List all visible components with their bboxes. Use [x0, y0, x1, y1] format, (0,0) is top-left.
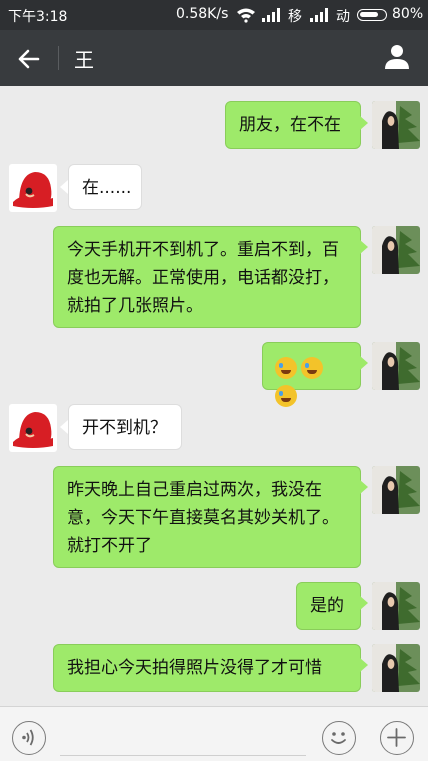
more-button[interactable] [380, 721, 414, 755]
chat-title: 王 [74, 48, 94, 72]
bubble-tail [360, 116, 368, 130]
chat-header: 王 [0, 30, 428, 86]
status-net-speed: 0.58K/s [176, 6, 229, 22]
message-bubble[interactable]: 在...... [68, 164, 142, 210]
bubble-tail [360, 658, 368, 672]
message-incoming: 在...... [0, 156, 428, 218]
message-outgoing: 昨天晚上自己重启过两次，我没在 意，今天下午直接莫名其妙关机了。 就打不开了 [0, 460, 428, 576]
message-bubble[interactable]: 我担心今天拍得照片没得了才可惜 [53, 644, 361, 692]
avatar[interactable] [372, 101, 420, 149]
avatar[interactable] [372, 582, 420, 630]
status-battery-pct: 80% [392, 6, 424, 22]
message-incoming: 开不到机？ [0, 398, 428, 460]
bubble-tail [360, 480, 368, 494]
emoji-icon [331, 732, 346, 744]
message-text-line: 就拍了几张照片。 [67, 296, 203, 316]
status-bar: 下午3:18 0.58K/s 移 动 80% [0, 0, 428, 30]
message-outgoing: 我担心今天拍得照片没得了才可惜 [0, 638, 428, 704]
message-text: 是的 [310, 596, 344, 616]
message-list[interactable]: 朋友，在不在 在...... 今天手机开不到机了。重启不到，百 度也无解。正常使… [0, 86, 428, 706]
avatar[interactable] [372, 466, 420, 514]
message-bubble[interactable]: 开不到机？ [68, 404, 182, 450]
voice-button[interactable] [12, 721, 46, 755]
voice-icon [22, 729, 34, 746]
message-bubble[interactable]: 是的 [296, 582, 361, 630]
status-carrier-1: 移 [288, 9, 302, 25]
status-time: 下午3:18 [8, 9, 68, 25]
signal-icon [310, 8, 328, 22]
message-text-line: 度也无解。正常使用，电话都没打， [67, 268, 339, 288]
message-text: 开不到机？ [82, 418, 167, 438]
header-divider [58, 46, 59, 70]
crying-face-icon [275, 357, 297, 379]
message-text: 朋友，在不在 [239, 115, 341, 135]
bubble-tail [60, 180, 68, 194]
message-text: 在...... [82, 178, 132, 198]
status-carrier-2: 动 [336, 9, 350, 25]
message-outgoing: 今天手机开不到机了。重启不到，百 度也无解。正常使用，电话都没打， 就拍了几张照… [0, 218, 428, 334]
wifi-icon [237, 8, 255, 23]
message-input[interactable] [60, 755, 306, 756]
bubble-tail [360, 596, 368, 610]
message-bubble[interactable]: 朋友，在不在 [225, 101, 361, 149]
emoji-button[interactable] [322, 721, 356, 755]
message-text-line: 昨天晚上自己重启过两次，我没在 [67, 480, 322, 500]
message-outgoing: 朋友，在不在 [0, 86, 428, 156]
bubble-tail [60, 420, 68, 434]
bubble-tail [360, 356, 368, 370]
message-bubble[interactable] [262, 342, 361, 407]
message-text: 我担心今天拍得照片没得了才可惜 [67, 658, 322, 678]
arrow-left-icon[interactable] [14, 44, 44, 74]
plus-icon [387, 728, 406, 747]
avatar[interactable] [372, 342, 420, 390]
crying-face-icon [301, 357, 323, 379]
signal-icon [262, 8, 280, 22]
avatar[interactable] [372, 644, 420, 692]
bubble-tail [360, 240, 368, 254]
message-outgoing [0, 334, 428, 407]
input-bar [0, 706, 428, 761]
avatar[interactable] [9, 164, 57, 212]
avatar[interactable] [9, 404, 57, 452]
message-text-line: 今天手机开不到机了。重启不到，百 [67, 240, 339, 260]
battery-icon [357, 9, 387, 21]
person-icon[interactable] [382, 42, 412, 72]
message-bubble[interactable]: 昨天晚上自己重启过两次，我没在 意，今天下午直接莫名其妙关机了。 就打不开了 [53, 466, 361, 568]
avatar[interactable] [372, 226, 420, 274]
message-outgoing: 是的 [0, 576, 428, 638]
battery-level [360, 12, 378, 17]
message-bubble[interactable]: 今天手机开不到机了。重启不到，百 度也无解。正常使用，电话都没打， 就拍了几张照… [53, 226, 361, 328]
message-text-line: 意，今天下午直接莫名其妙关机了。 [67, 508, 339, 528]
message-text-line: 就打不开了 [67, 536, 152, 556]
